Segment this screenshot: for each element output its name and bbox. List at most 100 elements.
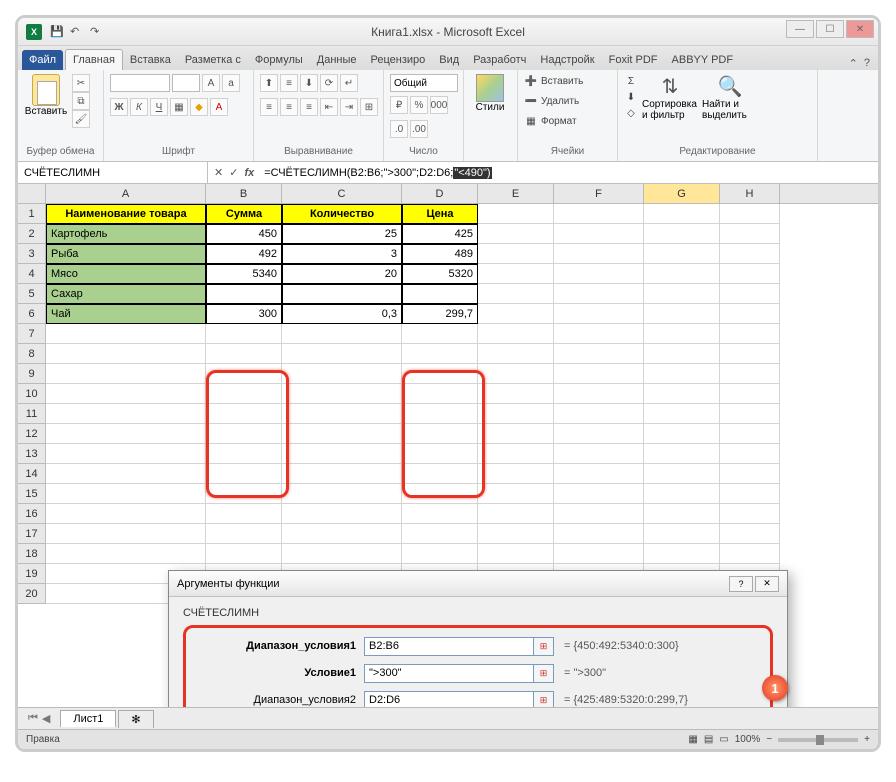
- tab-nav-prev-icon[interactable]: ◀: [42, 712, 50, 725]
- accept-formula-icon[interactable]: ✓: [229, 166, 238, 179]
- col-header-d[interactable]: D: [402, 184, 478, 203]
- cell[interactable]: [46, 364, 206, 384]
- cell[interactable]: [282, 464, 402, 484]
- cell[interactable]: [554, 304, 644, 324]
- zoom-in-icon[interactable]: +: [864, 734, 870, 745]
- row-header[interactable]: 3: [18, 244, 46, 264]
- cell[interactable]: [720, 484, 780, 504]
- tab-home[interactable]: Главная: [65, 49, 123, 70]
- cell[interactable]: [46, 444, 206, 464]
- align-mid-icon[interactable]: ≡: [280, 74, 298, 92]
- cell[interactable]: [554, 324, 644, 344]
- cell[interactable]: [554, 544, 644, 564]
- tab-review[interactable]: Рецензиро: [364, 50, 433, 70]
- row-header[interactable]: 19: [18, 564, 46, 584]
- cell[interactable]: [402, 384, 478, 404]
- tab-foxit[interactable]: Foxit PDF: [602, 50, 665, 70]
- cell[interactable]: [206, 544, 282, 564]
- cell[interactable]: [478, 524, 554, 544]
- cell[interactable]: [554, 404, 644, 424]
- font-color-icon[interactable]: A: [210, 98, 228, 116]
- view-normal-icon[interactable]: ▦: [688, 734, 697, 745]
- cell[interactable]: [644, 304, 720, 324]
- tab-layout[interactable]: Разметка с: [178, 50, 248, 70]
- cell[interactable]: [644, 464, 720, 484]
- cell[interactable]: [46, 344, 206, 364]
- cell[interactable]: [720, 544, 780, 564]
- cell[interactable]: [478, 404, 554, 424]
- cell[interactable]: [282, 444, 402, 464]
- cell[interactable]: [402, 504, 478, 524]
- cell[interactable]: [206, 344, 282, 364]
- cell[interactable]: [644, 324, 720, 344]
- formula-input[interactable]: =СЧЁТЕСЛИМН(B2:B6;">300";D2:D6;"<490"): [260, 162, 878, 183]
- cell[interactable]: 492: [206, 244, 282, 264]
- cell[interactable]: [478, 204, 554, 224]
- cell[interactable]: [644, 364, 720, 384]
- cell[interactable]: [402, 344, 478, 364]
- cell[interactable]: [554, 524, 644, 544]
- cell[interactable]: Наименование товара: [46, 204, 206, 224]
- italic-icon[interactable]: К: [130, 98, 148, 116]
- align-left-icon[interactable]: ≡: [260, 98, 278, 116]
- maximize-button[interactable]: ☐: [816, 20, 844, 38]
- tab-data[interactable]: Данные: [310, 50, 364, 70]
- grow-font-icon[interactable]: A: [202, 74, 220, 92]
- tab-insert[interactable]: Вставка: [123, 50, 178, 70]
- autosum-button[interactable]: Σ: [624, 74, 638, 88]
- sheet-tab-1[interactable]: Лист1: [60, 710, 116, 727]
- cell[interactable]: [554, 464, 644, 484]
- cell[interactable]: [402, 324, 478, 344]
- cell[interactable]: [720, 464, 780, 484]
- cell[interactable]: Сумма: [206, 204, 282, 224]
- row-header[interactable]: 17: [18, 524, 46, 544]
- cell[interactable]: [282, 404, 402, 424]
- cell[interactable]: [478, 244, 554, 264]
- cell[interactable]: Рыба: [46, 244, 206, 264]
- cells-format-button[interactable]: ▦Формат: [524, 114, 577, 128]
- cell[interactable]: [478, 304, 554, 324]
- cell[interactable]: [554, 424, 644, 444]
- cell[interactable]: 299,7: [402, 304, 478, 324]
- cell[interactable]: [720, 504, 780, 524]
- cell[interactable]: [644, 524, 720, 544]
- row-header[interactable]: 16: [18, 504, 46, 524]
- cell[interactable]: [282, 544, 402, 564]
- dec-inc-icon[interactable]: .0: [390, 120, 408, 138]
- border-icon[interactable]: ▦: [170, 98, 188, 116]
- cell[interactable]: [720, 384, 780, 404]
- cell[interactable]: [478, 364, 554, 384]
- cell[interactable]: 0,3: [282, 304, 402, 324]
- cell[interactable]: [402, 284, 478, 304]
- select-all-corner[interactable]: [18, 184, 46, 203]
- redo-icon[interactable]: ↷: [90, 25, 104, 39]
- row-header[interactable]: 1: [18, 204, 46, 224]
- align-center-icon[interactable]: ≡: [280, 98, 298, 116]
- cell[interactable]: [46, 464, 206, 484]
- cell[interactable]: [282, 324, 402, 344]
- cell[interactable]: [206, 284, 282, 304]
- cell[interactable]: [206, 364, 282, 384]
- bold-icon[interactable]: Ж: [110, 98, 128, 116]
- cell[interactable]: [554, 244, 644, 264]
- cell[interactable]: [402, 544, 478, 564]
- cell[interactable]: [554, 504, 644, 524]
- cell[interactable]: [720, 244, 780, 264]
- cell[interactable]: [478, 344, 554, 364]
- tab-abbyy[interactable]: ABBYY PDF: [665, 50, 741, 70]
- cell[interactable]: [644, 284, 720, 304]
- cell[interactable]: [206, 444, 282, 464]
- row-header[interactable]: 20: [18, 584, 46, 604]
- cell[interactable]: [554, 364, 644, 384]
- row-header[interactable]: 18: [18, 544, 46, 564]
- cell[interactable]: [206, 504, 282, 524]
- cell[interactable]: [720, 264, 780, 284]
- row-header[interactable]: 10: [18, 384, 46, 404]
- cell[interactable]: [554, 204, 644, 224]
- cell[interactable]: [478, 544, 554, 564]
- cell[interactable]: [46, 524, 206, 544]
- close-button[interactable]: ✕: [846, 20, 874, 38]
- cell[interactable]: [644, 264, 720, 284]
- cell[interactable]: [478, 324, 554, 344]
- cell[interactable]: [644, 204, 720, 224]
